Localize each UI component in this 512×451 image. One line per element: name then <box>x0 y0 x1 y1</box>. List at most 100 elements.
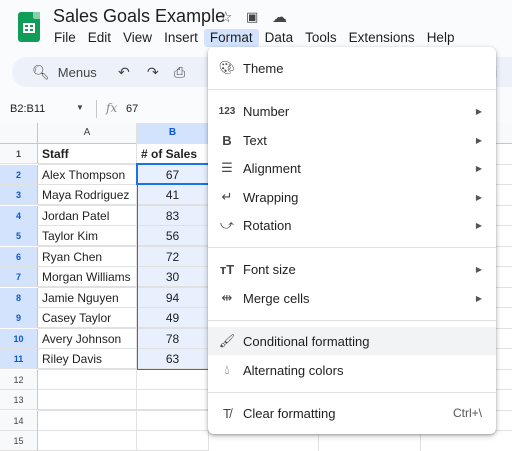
bold-icon: B <box>222 132 232 148</box>
menu-item-conditional-formatting[interactable]: 🖌︎ Conditional formatting <box>208 327 496 355</box>
print-icon[interactable]: ⎙ <box>174 64 185 81</box>
menu-item-font-size[interactable]: тT Font size ▶ <box>208 255 496 283</box>
submenu-arrow-icon: ▶ <box>475 192 482 202</box>
row-header[interactable]: 8 <box>0 287 38 308</box>
menu-item-rotation[interactable]: ⤻ Rotation ▶ <box>208 211 496 239</box>
menu-item-merge-cells[interactable]: ⇹ Merge cells ▶ <box>208 284 496 312</box>
row-header[interactable]: 6 <box>0 246 38 267</box>
cell-staff[interactable] <box>38 410 137 431</box>
palette-icon: 🎨︎ <box>218 60 236 75</box>
menu-divider <box>208 89 496 90</box>
cell-sales[interactable]: 67 <box>137 164 209 185</box>
cell-sales[interactable]: 94 <box>137 287 209 308</box>
cell-sales[interactable]: 63 <box>137 349 209 369</box>
menu-item-number[interactable]: 123 Number ▶ <box>208 97 496 125</box>
star-icon[interactable]: ☆ <box>219 8 232 26</box>
submenu-arrow-icon: ▶ <box>475 163 482 173</box>
menu-extensions[interactable]: Extensions <box>343 29 421 47</box>
cell-staff[interactable]: Riley Davis <box>38 349 137 369</box>
cell-sales[interactable]: 83 <box>137 205 209 226</box>
row-header[interactable]: 11 <box>0 349 38 369</box>
cell-sales[interactable]: 78 <box>137 328 209 349</box>
cell-sales[interactable]: 56 <box>137 226 209 246</box>
row-header[interactable]: 7 <box>0 267 38 287</box>
row-header[interactable]: 12 <box>0 369 38 390</box>
formula-input[interactable]: 67 <box>126 103 138 115</box>
menu-item-alternating-colors[interactable]: 💧︎ Alternating colors <box>208 356 496 384</box>
cell-staff[interactable]: Morgan Williams <box>38 267 137 287</box>
cell-sales[interactable]: 30 <box>137 267 209 287</box>
cell-staff[interactable]: Jamie Nguyen <box>38 287 137 308</box>
menu-item-alignment[interactable]: ☰ Alignment ▶ <box>208 154 496 182</box>
menu-item-theme[interactable]: 🎨︎ Theme <box>208 54 496 82</box>
menu-help[interactable]: Help <box>421 29 461 47</box>
document-title[interactable]: Sales Goals Example <box>53 6 225 27</box>
menu-data[interactable]: Data <box>259 29 300 47</box>
cell-staff[interactable] <box>38 390 137 410</box>
column-header-b[interactable]: B <box>137 123 209 144</box>
row-header[interactable]: 1 <box>0 144 38 164</box>
cell-staff[interactable]: Ryan Chen <box>38 246 137 267</box>
paint-roller-icon: 🖌︎ <box>218 333 236 348</box>
menu-item-clear-formatting[interactable]: T̸ Clear formatting Ctrl+\ <box>208 399 496 427</box>
redo-icon[interactable]: ↷ <box>147 64 159 81</box>
menu-view[interactable]: View <box>117 29 158 47</box>
menu-insert[interactable]: Insert <box>158 29 204 47</box>
cell-sales[interactable] <box>137 410 209 431</box>
cell-staff[interactable]: Avery Johnson <box>38 328 137 349</box>
cell-sales[interactable]: 41 <box>137 185 209 205</box>
submenu-arrow-icon: ▶ <box>475 106 482 116</box>
move-folder-icon[interactable]: ▣ <box>246 9 258 25</box>
cell-sales[interactable]: 49 <box>137 308 209 328</box>
cell-staff[interactable]: Maya Rodriguez <box>38 185 137 205</box>
cell-staff[interactable]: Alex Thompson <box>38 164 137 185</box>
merge-cells-icon: ⇹ <box>221 290 233 305</box>
row-header[interactable]: 5 <box>0 226 38 246</box>
cell-staff[interactable]: Casey Taylor <box>38 308 137 328</box>
cell-staff[interactable] <box>38 369 137 390</box>
submenu-arrow-icon: ▶ <box>475 220 482 230</box>
align-left-icon: ☰ <box>221 160 233 175</box>
row-header[interactable]: 10 <box>0 328 38 349</box>
cell-staff[interactable]: Jordan Patel <box>38 205 137 226</box>
row-header[interactable]: 14 <box>0 410 38 431</box>
header-cell-staff[interactable]: Staff <box>38 144 137 164</box>
menu-file[interactable]: File <box>48 29 82 47</box>
name-box-dropdown-icon[interactable]: ▼ <box>76 103 84 112</box>
menus-search-button[interactable]: 🔍︎ Menus <box>32 64 97 81</box>
undo-icon[interactable]: ↶ <box>118 64 130 81</box>
number-format-icon: 123 <box>218 105 236 117</box>
menu-tools[interactable]: Tools <box>299 29 343 47</box>
cell-sales[interactable] <box>137 390 209 410</box>
clear-format-icon: T̸ <box>223 405 231 421</box>
cell-staff[interactable] <box>38 431 137 451</box>
menu-item-text[interactable]: B Text ▶ <box>208 126 496 154</box>
menu-item-label: Number <box>243 103 290 119</box>
name-box[interactable]: B2:B11 <box>10 103 45 115</box>
fill-drop-icon: 💧︎ <box>224 362 230 377</box>
text-wrap-icon: ↵ <box>221 189 233 204</box>
row-header[interactable]: 2 <box>0 164 38 185</box>
menu-item-label: Clear formatting <box>243 405 336 421</box>
cell-sales[interactable] <box>137 369 209 390</box>
format-menu: 🎨︎ Theme 123 Number ▶ B Text ▶ ☰ Alignme… <box>208 47 496 434</box>
header-cell-sales[interactable]: # of Sales <box>137 144 209 164</box>
sheets-logo-icon[interactable] <box>18 12 40 42</box>
menu-item-wrapping[interactable]: ↵ Wrapping ▶ <box>208 183 496 211</box>
row-header[interactable]: 3 <box>0 185 38 205</box>
cell-staff[interactable]: Taylor Kim <box>38 226 137 246</box>
row-header[interactable]: 15 <box>0 431 38 451</box>
menu-edit[interactable]: Edit <box>82 29 117 47</box>
cloud-status-icon[interactable]: ☁ <box>272 8 287 26</box>
row-header[interactable]: 9 <box>0 308 38 328</box>
select-all-corner[interactable] <box>0 123 38 144</box>
menu-format[interactable]: Format <box>203 29 259 47</box>
menu-item-label: Alternating colors <box>243 362 344 378</box>
cell-sales[interactable]: 72 <box>137 246 209 267</box>
cell-sales[interactable] <box>137 431 209 451</box>
row-header[interactable]: 13 <box>0 390 38 410</box>
column-header-a[interactable]: A <box>38 123 137 144</box>
submenu-arrow-icon: ▶ <box>475 135 482 145</box>
submenu-arrow-icon: ▶ <box>475 264 482 274</box>
row-header[interactable]: 4 <box>0 205 38 226</box>
